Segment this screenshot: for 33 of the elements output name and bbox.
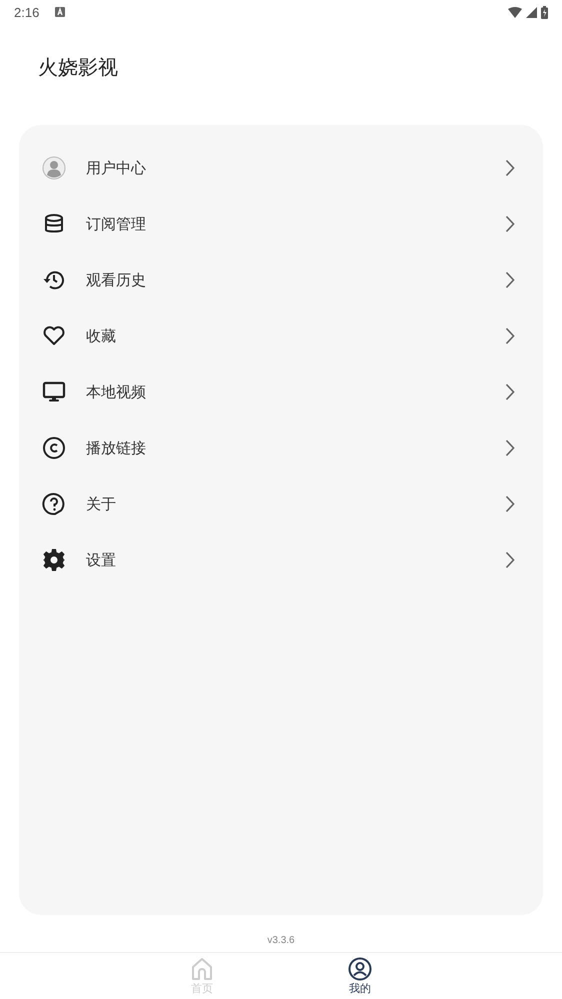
menu-item[interactable]: 订阅管理 [19,196,543,252]
settings-icon [42,548,66,572]
chevron-right-icon [505,159,515,177]
menu-item[interactable]: 设置 [19,532,543,588]
version-label: v3.3.6 [266,934,296,948]
user-avatar-icon [42,156,66,180]
chevron-right-icon [505,271,515,289]
chevron-right-icon [505,551,515,569]
menu-item[interactable]: 关于 [19,476,543,532]
user-circle-icon [348,957,372,981]
wifi-icon [508,6,522,18]
copyright-icon [42,436,66,460]
signal-icon [526,6,537,18]
help-icon [42,492,66,516]
status-time: 2:16 [14,4,40,20]
battery-icon [541,6,548,18]
heart-icon [42,324,66,348]
home-icon [190,957,214,981]
menu-item[interactable]: 本地视频 [19,364,543,420]
nav-tab[interactable]: 我的 [336,953,384,999]
chevron-right-icon [505,215,515,233]
chevron-right-icon [505,383,515,401]
menu-item[interactable]: 用户中心 [19,140,543,196]
chevron-right-icon [505,495,515,513]
app-title: 火娆影视 [37,54,119,81]
history-icon [42,268,66,292]
menu-item[interactable]: 观看历史 [19,252,543,308]
chevron-right-icon [505,327,515,345]
menu-item[interactable]: 收藏 [19,308,543,364]
notification-icon [55,7,66,17]
menu-item[interactable]: 播放链接 [19,420,543,476]
monitor-icon [42,380,66,404]
chevron-right-icon [505,439,515,457]
